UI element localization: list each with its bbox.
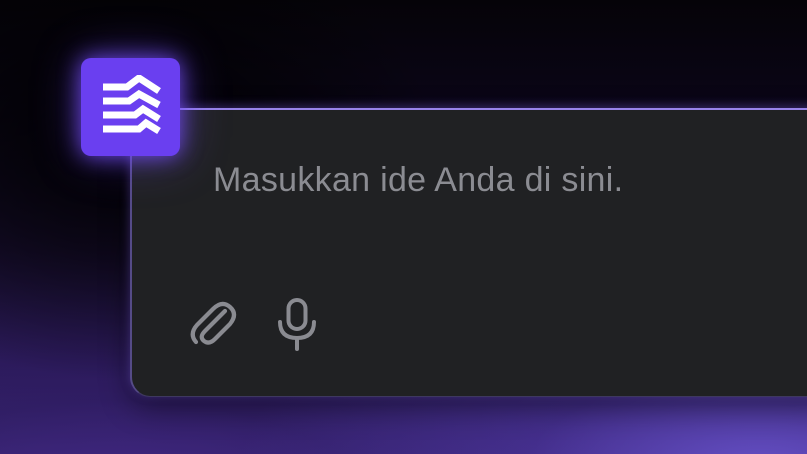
- composer-scene: Masukkan ide Anda di sini.: [0, 0, 807, 454]
- attach-button[interactable]: [187, 297, 237, 351]
- paperclip-icon: [190, 301, 237, 345]
- prompt-input-placeholder[interactable]: Masukkan ide Anda di sini.: [213, 158, 623, 202]
- layered-waves-logo-icon: [102, 75, 161, 134]
- voice-input-button[interactable]: [274, 297, 320, 353]
- microphone-icon: [278, 298, 316, 351]
- app-logo: [81, 58, 180, 156]
- prompt-input-card[interactable]: [130, 108, 807, 397]
